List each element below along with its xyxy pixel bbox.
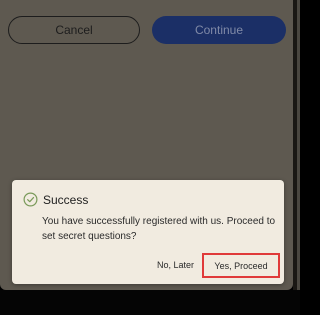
- yes-proceed-button[interactable]: Yes, Proceed: [202, 253, 280, 278]
- no-later-button[interactable]: No, Later: [157, 260, 194, 270]
- bottom-bar: [0, 290, 300, 315]
- check-circle-icon: [23, 192, 38, 207]
- success-dialog: Success You have successfully registered…: [12, 180, 284, 284]
- screen: Cancel Continue Success You have success…: [0, 0, 300, 315]
- cancel-button[interactable]: Cancel: [8, 16, 140, 44]
- dialog-message: You have successfully registered with us…: [42, 216, 276, 242]
- dialog-actions: No, Later Yes, Proceed: [12, 253, 284, 280]
- dialog-title: Success: [43, 193, 89, 207]
- continue-button[interactable]: Continue: [152, 16, 286, 44]
- screen-edge-strip: [293, 0, 300, 290]
